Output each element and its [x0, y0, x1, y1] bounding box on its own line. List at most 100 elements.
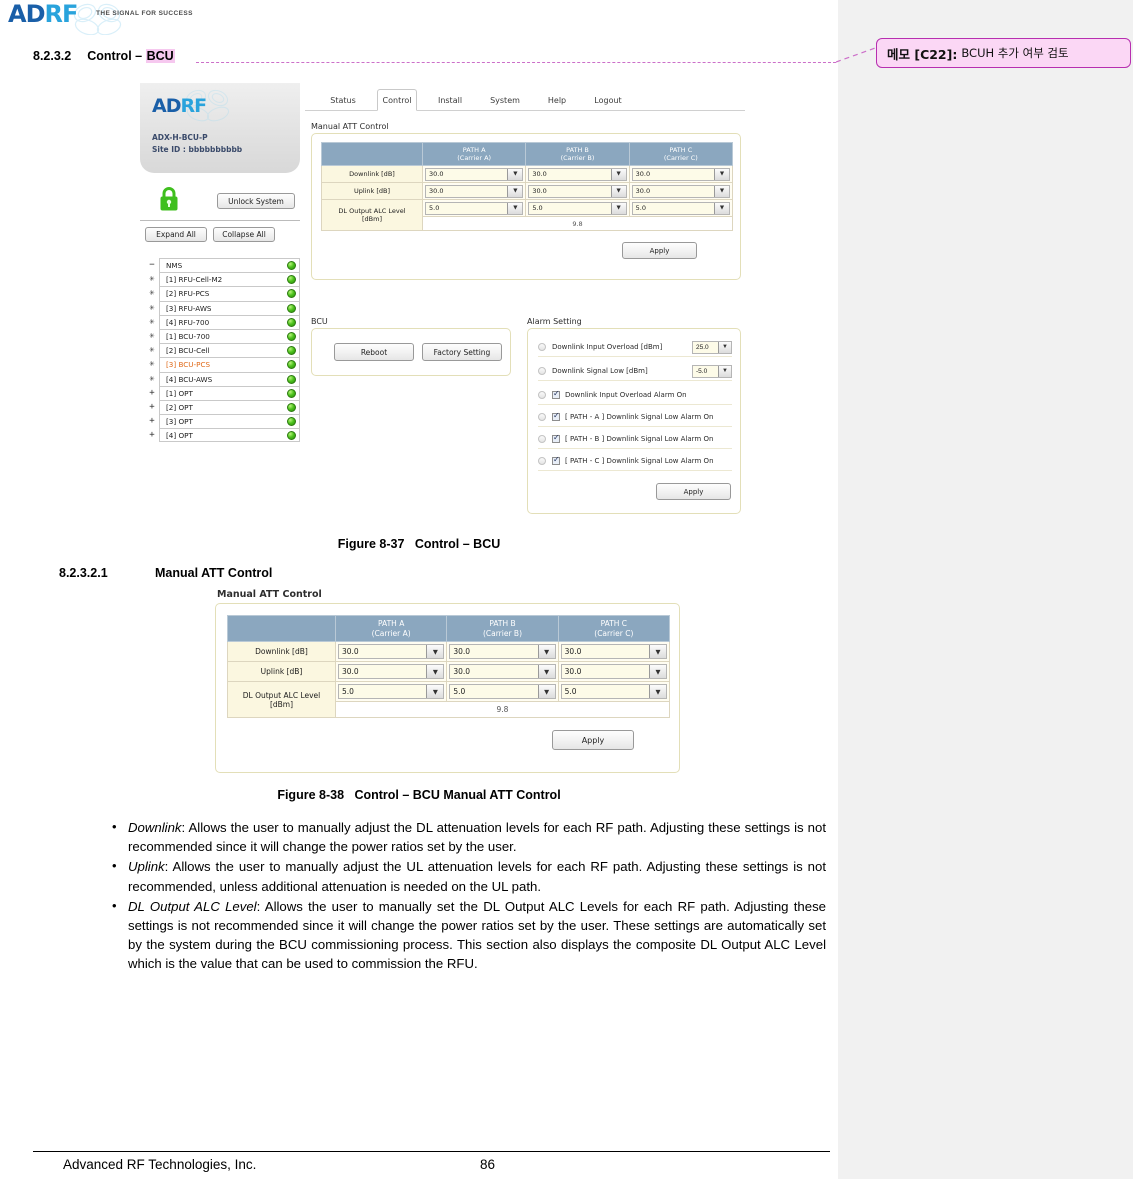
tree-item[interactable]: ✳ [1] BCU-700 — [145, 328, 300, 344]
tree-expander-icon[interactable]: ✳ — [145, 357, 159, 371]
tree-item[interactable]: − NMS — [145, 258, 300, 273]
chevron-down-icon[interactable]: ▼ — [649, 685, 666, 698]
checkbox-icon[interactable] — [552, 433, 560, 443]
checkbox-icon[interactable] — [552, 389, 560, 399]
tree-item[interactable]: + [3] OPT — [145, 414, 300, 429]
chevron-down-icon[interactable]: ▼ — [537, 645, 555, 658]
tab-status[interactable]: Status — [323, 89, 363, 111]
tree-expander-icon[interactable]: ✳ — [145, 315, 159, 329]
radio-bullet-icon[interactable] — [538, 343, 546, 351]
att-row-label: Downlink [dB] — [321, 165, 423, 183]
att-dropdown[interactable]: 30.0 ▼ — [560, 664, 667, 679]
chevron-down-icon[interactable]: ▼ — [718, 365, 731, 377]
tree-item[interactable]: ✳ [4] BCU-AWS — [145, 371, 300, 386]
apply-button[interactable]: Apply — [552, 730, 634, 750]
att-dropdown[interactable]: 30.0 ▼ — [528, 184, 627, 198]
factory-setting-button[interactable]: Factory Setting — [422, 343, 502, 361]
att-dropdown[interactable]: 5.0 ▼ — [449, 684, 556, 699]
att-dropdown[interactable]: 30.0 ▼ — [449, 644, 556, 659]
chevron-down-icon[interactable]: ▼ — [649, 645, 666, 658]
tree-item[interactable]: ✳ [1] RFU-Cell-M2 — [145, 272, 300, 287]
tree-expander-icon[interactable]: + — [145, 386, 159, 400]
chevron-down-icon[interactable]: ▼ — [537, 665, 555, 678]
tree-expander-icon[interactable]: + — [145, 428, 159, 442]
tree-item[interactable]: ✳ [2] BCU-Cell — [145, 343, 300, 358]
chevron-down-icon[interactable]: ▼ — [507, 168, 523, 180]
tree-item[interactable]: ✳ [4] RFU-700 — [145, 314, 300, 329]
tab-control[interactable]: Control — [377, 89, 417, 111]
checkbox-icon[interactable] — [552, 411, 560, 421]
tree-item-label: [4] RFU-700 — [166, 317, 210, 327]
comment-balloon[interactable]: 메모 [C22]: BCUH 추가 여부 검토 — [876, 38, 1131, 68]
att-dropdown[interactable]: 5.0 ▼ — [631, 201, 730, 215]
expand-all-button[interactable]: Expand All — [145, 227, 207, 242]
att-dropdown[interactable]: 30.0 ▼ — [560, 644, 667, 659]
figure-8-38-screenshot: Manual ATT Control PATH A (Carrier A) PATH… — [215, 589, 680, 773]
status-led — [287, 388, 296, 398]
tree-expander-icon[interactable]: ✳ — [145, 272, 159, 286]
chevron-down-icon[interactable]: ▼ — [426, 685, 444, 698]
alarm-apply-button[interactable]: Apply — [656, 483, 731, 500]
tree-expander-icon[interactable]: + — [145, 414, 159, 428]
radio-bullet-icon[interactable] — [538, 391, 546, 399]
chevron-down-icon[interactable]: ▼ — [714, 202, 729, 214]
att-col-header-2: PATH C (Carrier C) — [628, 142, 734, 166]
tree-expander-icon[interactable]: ✳ — [145, 301, 159, 315]
chevron-down-icon[interactable]: ▼ — [714, 168, 729, 180]
unlock-system-button[interactable]: Unlock System — [217, 193, 295, 209]
tree-item-label: [1] OPT — [166, 388, 193, 398]
radio-bullet-icon[interactable] — [538, 457, 546, 465]
chevron-down-icon[interactable]: ▼ — [649, 665, 666, 678]
att-dropdown[interactable]: 30.0 ▼ — [631, 167, 730, 181]
radio-bullet-icon[interactable] — [538, 413, 546, 421]
tree-expander-icon[interactable]: ✳ — [145, 343, 159, 357]
chevron-down-icon[interactable]: ▼ — [610, 202, 626, 214]
att-dropdown[interactable]: 30.0 ▼ — [338, 664, 445, 679]
alarm-value-dropdown[interactable]: -5.0 ▼ — [692, 364, 732, 378]
att-dropdown[interactable]: 5.0 ▼ — [338, 684, 445, 699]
tab-help[interactable]: Help — [541, 89, 573, 111]
radio-bullet-icon[interactable] — [538, 435, 546, 443]
reboot-button[interactable]: Reboot — [334, 343, 414, 361]
chevron-down-icon[interactable]: ▼ — [537, 685, 555, 698]
collapse-all-button[interactable]: Collapse All — [213, 227, 275, 242]
tree-item[interactable]: + [2] OPT — [145, 399, 300, 415]
chevron-down-icon[interactable]: ▼ — [718, 341, 731, 353]
status-led — [287, 374, 296, 384]
tree-expander-icon[interactable]: ✳ — [145, 286, 159, 300]
att-dropdown[interactable]: 30.0 ▼ — [338, 644, 445, 659]
tree-item[interactable]: + [1] OPT — [145, 385, 300, 400]
att-dropdown[interactable]: 30.0 ▼ — [528, 167, 627, 181]
chevron-down-icon[interactable]: ▼ — [507, 185, 523, 197]
att-dropdown[interactable]: 30.0 ▼ — [631, 184, 730, 198]
tree-item-label: [1] BCU-700 — [166, 332, 210, 342]
apply-button[interactable]: Apply — [622, 242, 697, 259]
att-dropdown[interactable]: 30.0 ▼ — [425, 167, 524, 181]
chevron-down-icon[interactable]: ▼ — [507, 202, 523, 214]
att-dropdown[interactable]: 5.0 ▼ — [560, 684, 667, 699]
chevron-down-icon[interactable]: ▼ — [610, 168, 626, 180]
tab-install[interactable]: Install — [431, 89, 469, 111]
chevron-down-icon[interactable]: ▼ — [714, 185, 729, 197]
tree-expander-icon[interactable]: ✳ — [145, 329, 159, 343]
att-dropdown[interactable]: 5.0 ▼ — [425, 201, 524, 215]
radio-bullet-icon[interactable] — [538, 367, 546, 375]
att-dropdown[interactable]: 30.0 ▼ — [449, 664, 556, 679]
chevron-down-icon[interactable]: ▼ — [426, 645, 444, 658]
chevron-down-icon[interactable]: ▼ — [610, 185, 626, 197]
tree-expander-icon[interactable]: ✳ — [145, 372, 159, 386]
att-dropdown[interactable]: 30.0 ▼ — [425, 184, 524, 198]
tree-item[interactable]: ✳ [3] BCU-PCS — [145, 357, 300, 372]
tab-system[interactable]: System — [483, 89, 527, 111]
tree-item[interactable]: ✳ [3] RFU-AWS — [145, 300, 300, 315]
checkbox-icon[interactable] — [552, 455, 560, 465]
alarm-value-dropdown[interactable]: 25.0 ▼ — [692, 340, 732, 354]
chevron-down-icon[interactable]: ▼ — [426, 665, 444, 678]
tab-logout[interactable]: Logout — [587, 89, 629, 111]
tree-expander-icon[interactable]: + — [145, 400, 159, 414]
att-dropdown[interactable]: 5.0 ▼ — [528, 201, 627, 215]
tree-item[interactable]: + [4] OPT — [145, 428, 300, 443]
tree-item[interactable]: ✳ [2] RFU-PCS — [145, 286, 300, 301]
tree-expander-icon[interactable]: − — [145, 258, 159, 272]
web-ui-content: Status Control Install System Help Logout Man… — [305, 83, 745, 518]
